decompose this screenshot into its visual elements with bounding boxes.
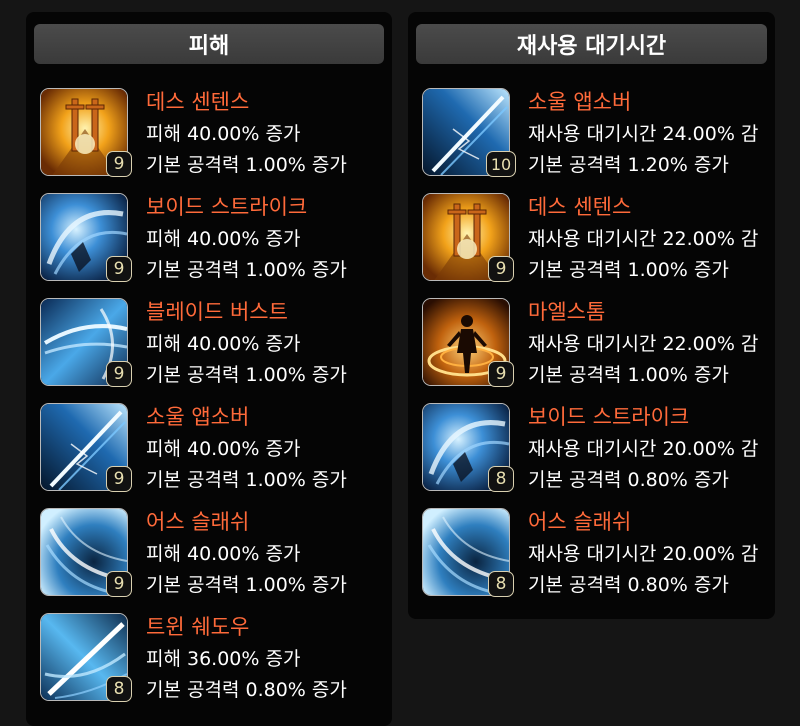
- skill-effect-primary: 피해 40.00% 증가: [146, 543, 301, 565]
- skill-effect-base-attack: 기본 공격력 1.00% 증가: [146, 154, 347, 176]
- skill-level-badge: 9: [106, 256, 132, 282]
- skill-entry[interactable]: 9 데스 센텐스재사용 대기시간 22.00% 감기본 공격력 1.00% 증가: [422, 193, 770, 291]
- skill-name: 데스 센텐스: [146, 90, 250, 114]
- skill-effect-base-attack: 기본 공격력 1.00% 증가: [146, 574, 347, 596]
- skill-name: 마엘스톰: [528, 300, 606, 324]
- damage-panel-title: 피해: [34, 24, 384, 64]
- skill-effect-base-attack: 기본 공격력 0.80% 증가: [528, 574, 729, 596]
- skill-name: 보이드 스트라이크: [528, 405, 690, 429]
- skill-entry[interactable]: 9 보이드 스트라이크피해 40.00% 증가기본 공격력 1.00% 증가: [40, 193, 385, 291]
- cooldown-panel-title: 재사용 대기시간: [416, 24, 767, 64]
- skill-name: 소울 앱소버: [528, 90, 632, 114]
- skill-name: 데스 센텐스: [528, 195, 632, 219]
- skill-entry[interactable]: 8 어스 슬래쉬재사용 대기시간 20.00% 감기본 공격력 0.80% 증가: [422, 508, 770, 606]
- skill-effect-primary: 재사용 대기시간 20.00% 감: [528, 543, 759, 565]
- skill-effect-base-attack: 기본 공격력 0.80% 증가: [528, 469, 729, 491]
- skill-name: 소울 앱소버: [146, 405, 250, 429]
- skill-name: 블레이드 버스트: [146, 300, 288, 324]
- skill-effect-primary: 피해 40.00% 증가: [146, 438, 301, 460]
- skill-level-badge: 9: [106, 466, 132, 492]
- cooldown-panel: 재사용 대기시간 10 소울 앱소버재사용 대기시간 24.00% 감기본 공격력…: [408, 12, 775, 619]
- skill-entry[interactable]: 9 마엘스톰재사용 대기시간 22.00% 감기본 공격력 1.00% 증가: [422, 298, 770, 396]
- skill-entry[interactable]: 9 소울 앱소버피해 40.00% 증가기본 공격력 1.00% 증가: [40, 403, 385, 501]
- skill-entry[interactable]: 9 데스 센텐스피해 40.00% 증가기본 공격력 1.00% 증가: [40, 88, 385, 186]
- skill-effect-primary: 재사용 대기시간 24.00% 감: [528, 123, 759, 145]
- skill-name: 어스 슬래쉬: [528, 510, 632, 534]
- skill-name: 트윈 쉐도우: [146, 615, 250, 639]
- skill-effect-base-attack: 기본 공격력 1.00% 증가: [146, 364, 347, 386]
- skill-level-badge: 9: [488, 256, 514, 282]
- damage-panel: 피해 9 데스 센텐스 피해 40.00% 증가 기본 공격력 1.00% 증가 9보…: [26, 12, 392, 726]
- skill-effect-primary: 재사용 대기시간 22.00% 감: [528, 333, 759, 355]
- skill-effect-base-attack: 기본 공격력 1.20% 증가: [528, 154, 729, 176]
- skill-effect-base-attack: 기본 공격력 1.00% 증가: [528, 364, 729, 386]
- skill-entry[interactable]: 9 블레이드 버스트피해 40.00% 증가기본 공격력 1.00% 증가: [40, 298, 385, 396]
- skill-level-badge: 9: [106, 361, 132, 387]
- skill-level-badge: 8: [106, 676, 132, 702]
- skill-effect-primary: 피해 40.00% 증가: [146, 333, 301, 355]
- skill-entry[interactable]: 10 소울 앱소버재사용 대기시간 24.00% 감기본 공격력 1.20% 증가: [422, 88, 770, 186]
- skill-effect-primary: 피해 36.00% 증가: [146, 648, 301, 670]
- skill-effect-base-attack: 기본 공격력 1.00% 증가: [146, 469, 347, 491]
- skill-effect-base-attack: 기본 공격력 0.80% 증가: [146, 679, 347, 701]
- skill-effect-primary: 재사용 대기시간 20.00% 감: [528, 438, 759, 460]
- skill-level-badge: 8: [488, 571, 514, 597]
- skill-level-badge: 10: [486, 151, 516, 177]
- skill-entry[interactable]: 8 트윈 쉐도우피해 36.00% 증가기본 공격력 0.80% 증가: [40, 613, 385, 711]
- skill-name: 보이드 스트라이크: [146, 195, 308, 219]
- skill-entry[interactable]: 8 보이드 스트라이크재사용 대기시간 20.00% 감기본 공격력 0.80% …: [422, 403, 770, 501]
- skill-effect-base-attack: 기본 공격력 1.00% 증가: [146, 259, 347, 281]
- skill-level-badge: 9: [106, 151, 132, 177]
- skill-level-badge: 9: [106, 571, 132, 597]
- skill-effect-base-attack: 기본 공격력 1.00% 증가: [528, 259, 729, 281]
- skill-effect-primary: 재사용 대기시간 22.00% 감: [528, 228, 759, 250]
- skill-effect-primary: 피해 40.00% 증가: [146, 123, 301, 145]
- skill-name: 어스 슬래쉬: [146, 510, 250, 534]
- skill-effect-primary: 피해 40.00% 증가: [146, 228, 301, 250]
- skill-level-badge: 9: [488, 361, 514, 387]
- skill-entry[interactable]: 9 어스 슬래쉬피해 40.00% 증가기본 공격력 1.00% 증가: [40, 508, 385, 606]
- skill-level-badge: 8: [488, 466, 514, 492]
